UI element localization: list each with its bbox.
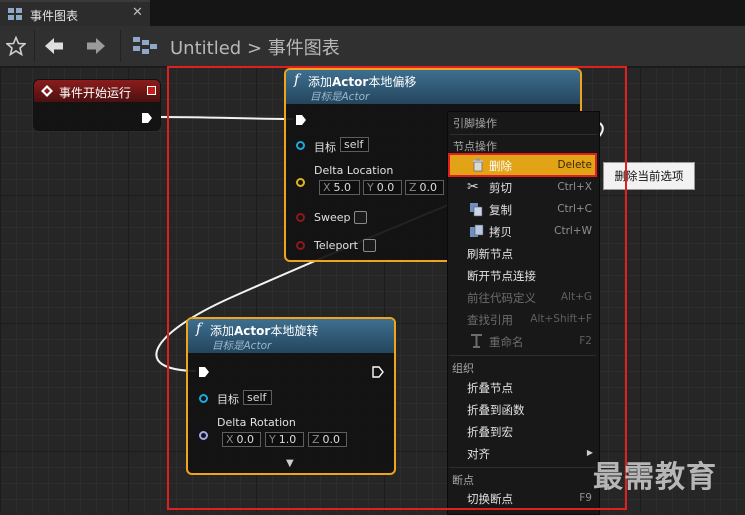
toolbar-divider bbox=[120, 30, 121, 62]
tab-label: 事件图表 bbox=[30, 9, 79, 23]
breadcrumb-separator: > bbox=[246, 38, 263, 59]
close-icon[interactable]: ✕ bbox=[132, 5, 143, 20]
graph-icon bbox=[8, 8, 22, 20]
selection-annotation-outline bbox=[167, 66, 627, 510]
breadcrumb-current: 事件图表 bbox=[267, 38, 340, 59]
star-icon[interactable] bbox=[6, 36, 26, 56]
watermark: 最需教育 bbox=[593, 460, 717, 495]
toolbar-divider bbox=[34, 30, 35, 62]
event-begin-play-node[interactable]: 事件开始运行 bbox=[33, 79, 161, 131]
delete-annotation-outline bbox=[448, 153, 597, 177]
breadcrumb: Untitled > 事件图表 bbox=[170, 34, 340, 60]
blueprint-graph-icon bbox=[133, 37, 157, 54]
exec-out-pin-icon[interactable] bbox=[141, 112, 153, 124]
tab-event-graph[interactable]: 事件图表 ✕ bbox=[0, 0, 150, 26]
back-arrow-icon[interactable] bbox=[44, 36, 64, 56]
delegate-pin-icon[interactable] bbox=[147, 86, 156, 95]
forward-arrow-icon[interactable] bbox=[86, 36, 106, 56]
event-node-title: 事件开始运行 bbox=[59, 86, 132, 100]
event-diamond-icon bbox=[41, 85, 53, 97]
graph-toolbar: Untitled > 事件图表 bbox=[0, 26, 745, 67]
breadcrumb-root[interactable]: Untitled bbox=[170, 38, 241, 59]
tab-bar: 事件图表 ✕ bbox=[0, 0, 745, 26]
